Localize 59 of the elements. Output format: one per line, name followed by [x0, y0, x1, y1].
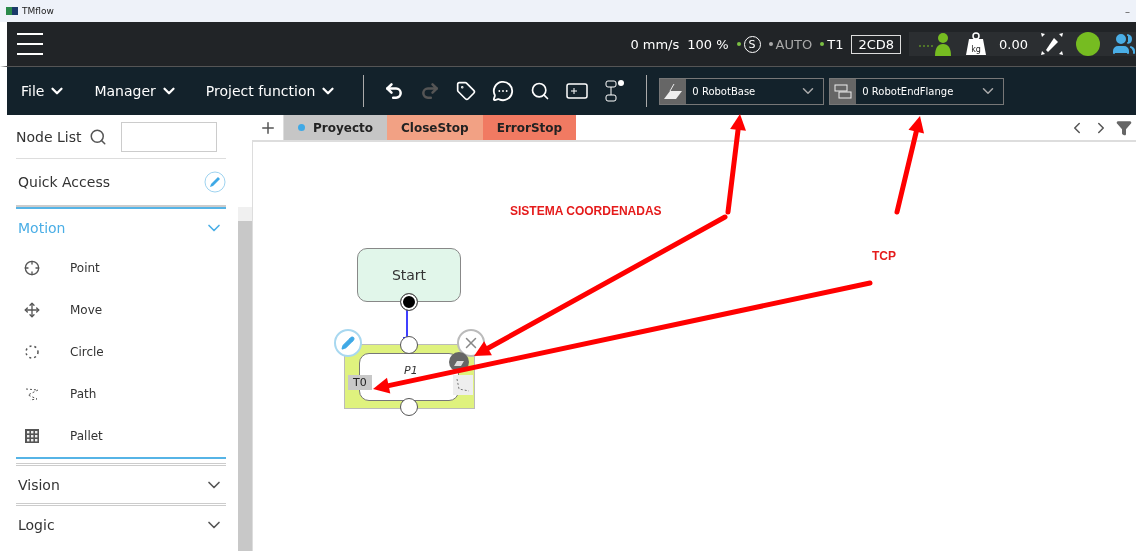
node-item[interactable]: Move: [16, 289, 226, 331]
base-frame-icon: [449, 352, 469, 372]
search-field[interactable]: [121, 121, 218, 152]
node-item[interactable]: Pallet: [16, 415, 226, 457]
tool-frame-icon: [830, 78, 857, 104]
move-icon: [24, 302, 40, 318]
search-icon: [530, 81, 551, 101]
frame-selector[interactable]: 0 RobotBase: [659, 77, 825, 105]
input-port[interactable]: [400, 336, 418, 354]
mode-indicator: AUTO: [775, 36, 813, 52]
status-light: [1076, 32, 1100, 56]
flowchart-icon: [604, 79, 627, 103]
flow-tab[interactable]: Proyecto: [284, 115, 387, 140]
speech-bubble-icon: [492, 80, 515, 102]
menu-button[interactable]: Manager: [80, 82, 192, 100]
redo-icon: [420, 81, 441, 101]
frame-selector[interactable]: 0 RobotEndFlange: [829, 77, 1005, 105]
category-header[interactable]: Vision: [16, 463, 226, 503]
speed-percent: 100 %: [687, 36, 729, 52]
node-label: P1: [404, 364, 418, 377]
node-item[interactable]: Circle: [16, 331, 226, 373]
annotation-label: SISTEMA COORDENADAS: [510, 204, 662, 218]
menu-button[interactable]: Project function: [191, 82, 352, 100]
mode-indicator: T1: [827, 36, 844, 52]
quick-access-label: Quick Access: [18, 174, 110, 190]
start-node[interactable]: Start: [357, 248, 461, 302]
tool-tag: T0: [348, 375, 372, 390]
window-title: TMflow: [22, 6, 54, 16]
tag-icon: [456, 81, 477, 101]
speed-reading: 0 mm/s: [630, 36, 680, 52]
category-header[interactable]: Logic: [16, 503, 226, 543]
menu-icon[interactable]: [15, 31, 45, 57]
users-icon[interactable]: [1112, 32, 1136, 56]
edit-icon[interactable]: [204, 171, 226, 193]
robot-code: 2CD8: [851, 34, 902, 54]
minimize-button[interactable]: –: [1125, 5, 1130, 17]
dotted-circle-icon: [24, 344, 40, 360]
grid-icon: [24, 428, 40, 444]
person-icon: [919, 32, 954, 56]
payload-value: 0.00: [999, 36, 1028, 52]
edit-button[interactable]: [334, 329, 362, 357]
pencil-icon: [341, 336, 355, 350]
crosshair-icon: [24, 260, 40, 276]
annotation-label: TCP: [872, 249, 896, 263]
filter-icon[interactable]: [1116, 119, 1132, 136]
path-icon: [24, 386, 40, 402]
path-icon: [453, 375, 473, 395]
flow-tab[interactable]: CloseStop: [387, 115, 483, 140]
flow-tab[interactable]: ErrorStop: [482, 115, 577, 140]
base-frame-icon: [660, 78, 687, 104]
menu-button[interactable]: File: [7, 82, 81, 100]
plus-box-icon: [566, 82, 589, 100]
app-logo-icon: [6, 6, 18, 16]
undo-icon: [384, 81, 405, 101]
panel-title: Node List: [16, 128, 82, 145]
search-icon: [89, 127, 108, 146]
node-item[interactable]: Path: [16, 373, 226, 415]
scrollbar[interactable]: [238, 207, 252, 551]
node-item[interactable]: Point: [16, 247, 226, 289]
